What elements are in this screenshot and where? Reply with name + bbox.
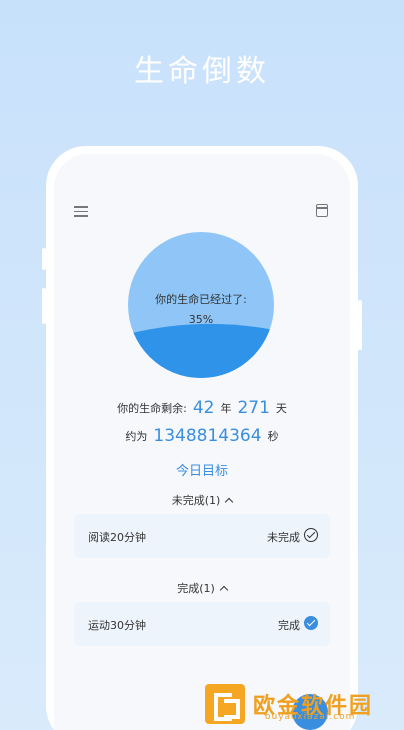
menu-icon[interactable] <box>74 206 88 218</box>
life-remaining-row: 你的生命剩余: 42 年 271 天 <box>54 398 350 418</box>
approx-label: 约为 <box>125 430 148 443</box>
complete-section-header[interactable]: 完成(1) <box>54 580 350 596</box>
phone-side-button <box>358 300 362 350</box>
phone-frame: 你的生命已经过了: 35% 你的生命剩余: 42 年 271 天 约为 134881436… <box>46 146 358 730</box>
check-circle-outline-icon[interactable] <box>304 528 318 542</box>
task-status: 完成 <box>278 619 300 632</box>
task-item[interactable]: 运动30分钟 完成 <box>74 602 330 646</box>
check-circle-filled-icon[interactable] <box>304 616 318 630</box>
incomplete-section-header[interactable]: 未完成(1) <box>54 492 350 508</box>
complete-header-label: 完成(1) <box>177 582 215 595</box>
life-passed-label: 你的生命已经过了: <box>155 293 247 306</box>
calendar-icon[interactable] <box>316 204 328 217</box>
life-progress-circle: 你的生命已经过了: 35% <box>128 232 274 378</box>
watermark-url: ouyaoxiazai.com <box>265 712 356 722</box>
remaining-years: 42 <box>192 398 215 418</box>
task-item[interactable]: 阅读20分钟 未完成 <box>74 514 330 558</box>
remaining-seconds: 1348814364 <box>153 426 262 446</box>
chevron-up-icon <box>219 585 229 595</box>
watermark: 欧金软件园 ouyaoxiazai.com <box>205 684 399 724</box>
seconds-unit: 秒 <box>267 430 279 443</box>
remaining-label: 你的生命剩余: <box>117 402 187 415</box>
years-unit: 年 <box>220 402 232 415</box>
task-name: 阅读20分钟 <box>88 531 146 544</box>
remaining-days: 271 <box>237 398 270 418</box>
life-passed-percent: 35% <box>188 313 214 326</box>
app-screen: 你的生命已经过了: 35% 你的生命剩余: 42 年 271 天 约为 134881436… <box>54 154 350 730</box>
task-status: 未完成 <box>267 531 300 544</box>
chevron-up-icon <box>225 497 234 507</box>
life-seconds-row: 约为 1348814364 秒 <box>54 426 350 446</box>
today-goals-title[interactable]: 今日目标 <box>54 460 350 479</box>
task-name: 运动30分钟 <box>88 619 146 632</box>
watermark-logo-icon <box>205 684 245 724</box>
page-title: 生命倒数 <box>134 54 270 89</box>
days-unit: 天 <box>275 402 287 415</box>
incomplete-header-label: 未完成(1) <box>171 494 221 507</box>
